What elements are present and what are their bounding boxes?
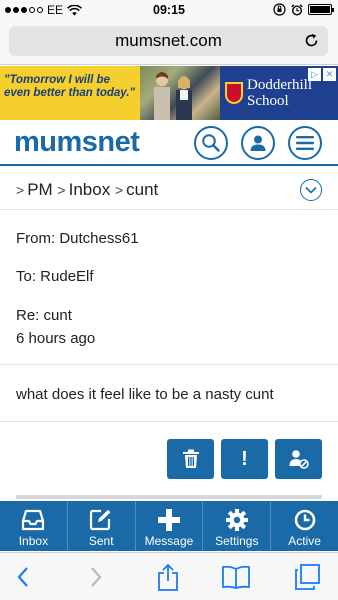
user-icon [250, 135, 266, 151]
tab-message-label: Message [144, 534, 194, 548]
tab-settings-label: Settings [215, 534, 259, 548]
breadcrumb-inbox[interactable]: Inbox [69, 180, 111, 199]
divider [0, 364, 338, 365]
reload-button[interactable] [304, 33, 319, 53]
ad-photo-figures [154, 72, 192, 120]
tabs-icon [295, 564, 320, 590]
account-button[interactable] [241, 126, 275, 160]
orientation-lock-icon [273, 3, 286, 16]
breadcrumb-expand-button[interactable] [300, 179, 322, 201]
share-icon [158, 563, 178, 591]
site-header: mumsnet [0, 120, 338, 166]
divider [0, 421, 338, 422]
back-button[interactable] [8, 563, 38, 591]
share-button[interactable] [153, 563, 183, 591]
plus-icon [157, 509, 180, 531]
message-to: To: RudeElf [16, 268, 94, 285]
status-bar: EE 09:15 [0, 0, 338, 20]
reload-icon [305, 33, 318, 47]
browser-address-bar: mumsnet.com [0, 20, 338, 65]
menu-button[interactable] [288, 126, 322, 160]
tab-message[interactable]: Message [136, 501, 204, 551]
forward-arrow-icon [91, 567, 102, 587]
breadcrumb: > PM > Inbox > cunt [16, 180, 158, 200]
status-right-icons [273, 3, 334, 16]
site-logo[interactable]: mumsnet [14, 126, 140, 159]
breadcrumb-separator: > [114, 182, 124, 198]
tab-inbox-label: Inbox [18, 534, 49, 548]
battery-icon [308, 4, 334, 15]
breadcrumb-pm[interactable]: PM [27, 180, 53, 199]
tab-sent[interactable]: Sent [68, 501, 136, 551]
school-name: Dodderhill School [247, 77, 312, 109]
signal-carrier: EE [0, 3, 120, 17]
chevron-down-icon [305, 186, 317, 194]
signal-strength-icon [5, 7, 43, 13]
delete-button[interactable] [167, 439, 214, 479]
tab-settings[interactable]: Settings [203, 501, 272, 551]
url-field[interactable]: mumsnet.com [9, 26, 328, 56]
clock-icon [294, 509, 315, 531]
hamburger-menu-icon [296, 136, 314, 150]
message-body: what does it feel like to be a nasty cun… [16, 386, 274, 403]
message-timestamp: 6 hours ago [16, 330, 96, 347]
breadcrumb-current: cunt [126, 180, 159, 199]
scroll-edge [16, 495, 322, 499]
ad-photo [140, 66, 220, 120]
forward-button[interactable] [81, 563, 111, 591]
book-icon [222, 565, 250, 589]
tab-inbox[interactable]: Inbox [0, 501, 68, 551]
search-icon [202, 134, 220, 152]
tab-active-label: Active [288, 534, 321, 548]
school-crest-icon [225, 82, 243, 104]
ad-quote: "Tomorrow I will be even better than tod… [0, 66, 140, 120]
gear-icon [225, 509, 248, 531]
message-from: From: Dutchess61 [16, 230, 139, 247]
alarm-icon [291, 3, 303, 16]
report-label: ! [241, 447, 248, 470]
tab-active[interactable]: Active [271, 501, 338, 551]
tab-sent-label: Sent [88, 534, 114, 548]
block-user-icon [289, 450, 309, 469]
adchoices-icon[interactable]: ▷ [308, 68, 321, 81]
divider [0, 209, 338, 210]
wifi-icon [67, 4, 82, 15]
inbox-icon [22, 509, 45, 531]
ad-close-icon[interactable]: ✕ [323, 68, 336, 81]
bookmarks-button[interactable] [221, 563, 251, 591]
message-subject: Re: cunt [16, 307, 72, 324]
tabs-button[interactable] [292, 563, 322, 591]
back-arrow-icon [17, 567, 28, 587]
ad-banner[interactable]: "Tomorrow I will be even better than tod… [0, 66, 338, 120]
search-button[interactable] [194, 126, 228, 160]
carrier-name: EE [47, 3, 64, 17]
browser-toolbar [0, 552, 338, 600]
ad-badges: ▷ ✕ [308, 68, 336, 81]
report-button[interactable]: ! [221, 439, 268, 479]
compose-icon [90, 509, 111, 531]
breadcrumb-separator: > [57, 182, 66, 198]
trash-icon [182, 449, 199, 468]
ad-school: Dodderhill School ▷ ✕ [220, 66, 338, 120]
pm-tab-nav: Inbox Sent Message Settings Active [0, 501, 338, 551]
block-user-button[interactable] [275, 439, 322, 479]
breadcrumb-separator: > [16, 182, 25, 198]
